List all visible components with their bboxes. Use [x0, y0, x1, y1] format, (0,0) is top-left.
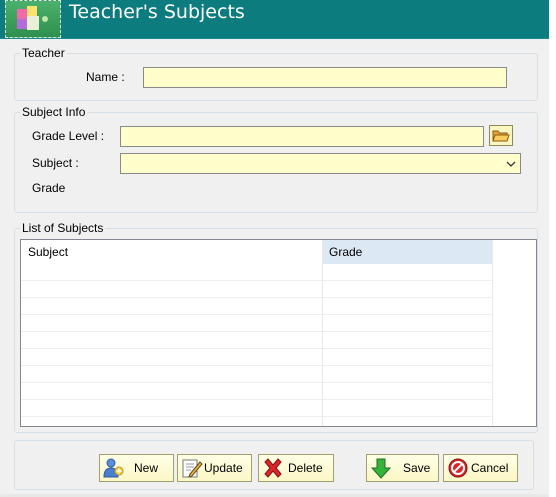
table-row[interactable] [21, 281, 493, 298]
edit-pencil-icon [182, 459, 203, 478]
table-row[interactable] [21, 298, 493, 315]
subject-label: Subject : [32, 156, 79, 170]
subject-combobox[interactable] [120, 153, 521, 174]
column-header-subject[interactable]: Subject [21, 240, 322, 264]
title-divider [0, 38, 549, 39]
update-button[interactable]: Update [177, 454, 252, 482]
table-row[interactable] [21, 349, 493, 366]
delete-button-label: Delete [288, 461, 323, 475]
table-row[interactable] [21, 366, 493, 383]
new-user-icon [103, 458, 124, 478]
subjects-grid[interactable]: Subject Grade [20, 239, 537, 427]
cancel-button-label: Cancel [471, 461, 509, 475]
new-button-label: New [134, 461, 159, 475]
table-row[interactable] [21, 315, 493, 332]
update-button-label: Update [204, 461, 243, 475]
table-row[interactable] [21, 383, 493, 400]
grade-level-browse-button[interactable] [489, 125, 513, 146]
teachers-subjects-window: Teacher's Subjects Teacher Name : Subjec… [0, 0, 549, 497]
cancel-button[interactable]: Cancel [443, 454, 518, 482]
window-title: Teacher's Subjects [69, 1, 245, 23]
subject-info-legend: Subject Info [22, 105, 86, 119]
grade-label: Grade [32, 181, 66, 195]
name-field[interactable] [143, 67, 507, 88]
name-label: Name : [86, 70, 125, 84]
save-button-label: Save [403, 461, 431, 475]
title-bar: Teacher's Subjects [0, 0, 549, 38]
grade-level-field[interactable] [120, 126, 484, 147]
notebook-icon [5, 0, 61, 38]
subject-dropdown-button[interactable] [502, 154, 520, 173]
grade-level-label: Grade Level : [32, 129, 105, 143]
delete-button[interactable]: Delete [258, 454, 334, 482]
chevron-down-icon [506, 161, 516, 167]
list-of-subjects-legend: List of Subjects [22, 221, 104, 235]
table-row[interactable] [21, 264, 493, 281]
teacher-group-legend: Teacher [22, 46, 65, 60]
table-row[interactable] [21, 332, 493, 349]
green-down-arrow-icon [370, 458, 392, 479]
window-right-edge [549, 0, 556, 497]
no-entry-icon [448, 458, 468, 478]
table-row[interactable] [21, 400, 493, 417]
save-button[interactable]: Save [366, 454, 439, 482]
new-button[interactable]: New [99, 454, 174, 482]
red-x-icon [264, 458, 282, 478]
open-folder-icon [492, 130, 510, 142]
column-header-grade[interactable]: Grade [322, 240, 492, 264]
